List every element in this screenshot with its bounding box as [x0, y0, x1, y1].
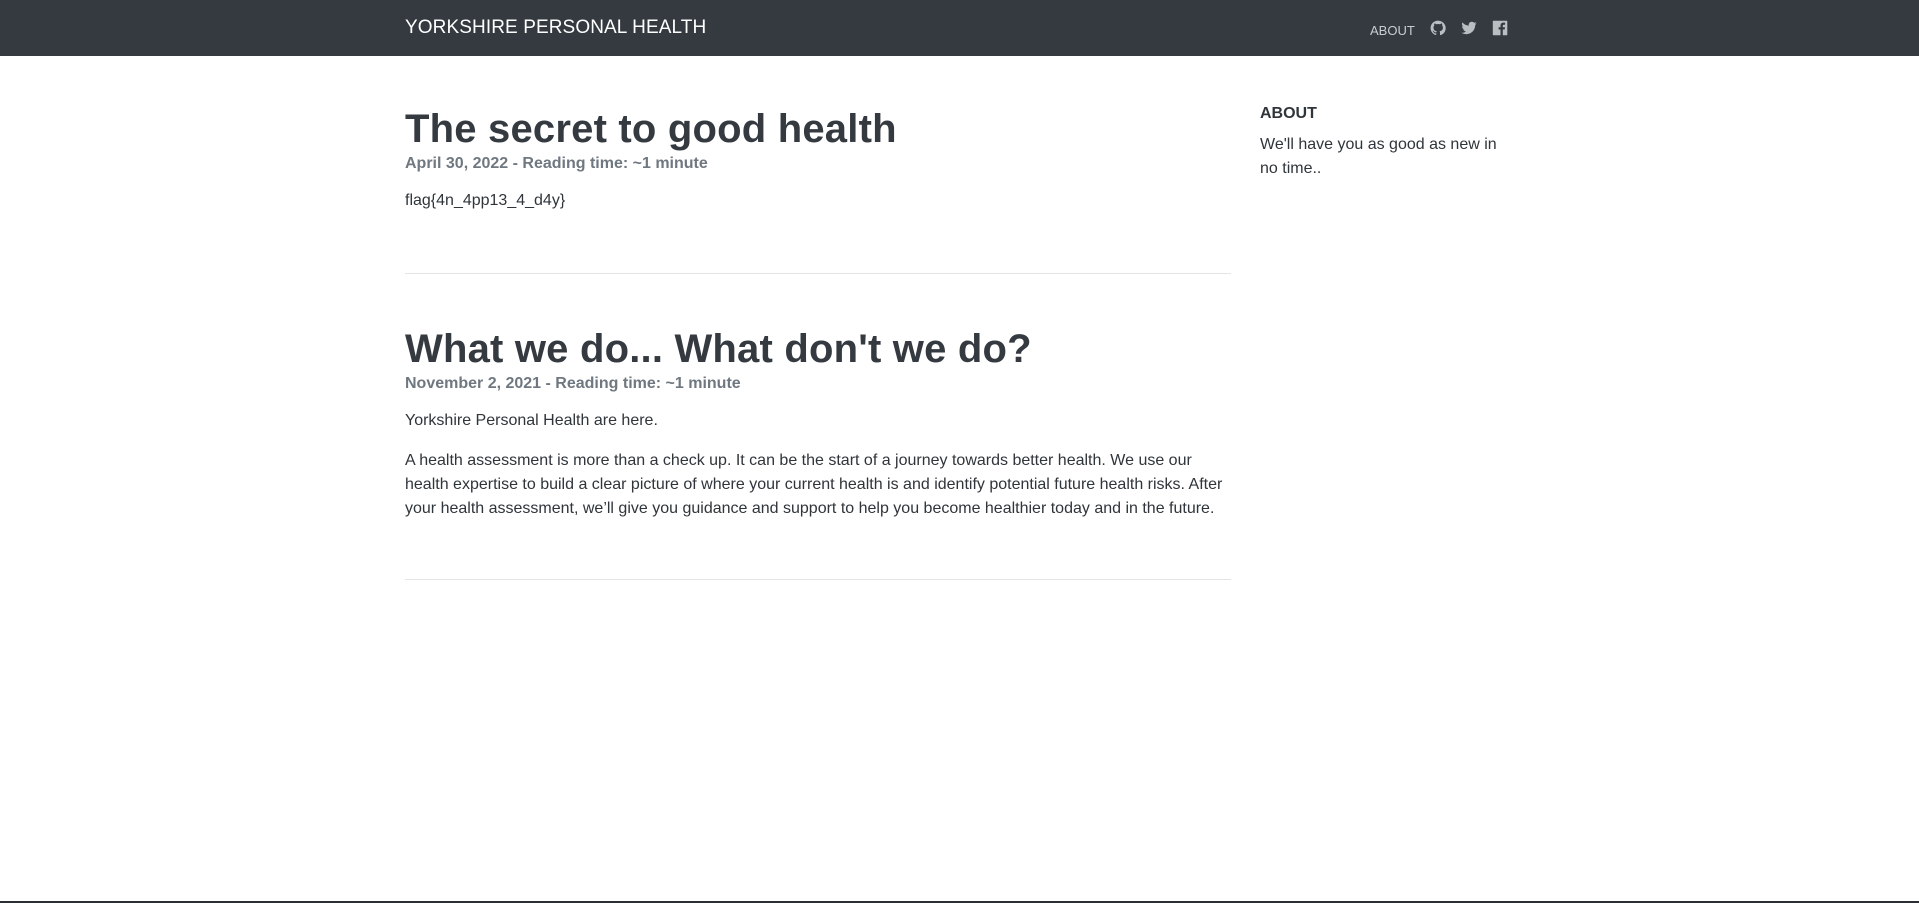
post-paragraph: flag{4n_4pp13_4_d4y}: [405, 192, 566, 209]
post-meta: November 2, 2021 - Reading time: ~1 minu…: [405, 375, 741, 392]
post-list: The secret to good health April 30, 2022…: [405, 106, 1231, 580]
facebook-icon[interactable]: [1492, 20, 1508, 36]
sidebar-text: We'll have you as good as new in no time…: [1260, 136, 1497, 177]
post-paragraph: Yorkshire Personal Health are here.: [405, 412, 658, 429]
site-brand-link[interactable]: YORKSHIRE PERSONAL HEALTH: [405, 17, 706, 39]
post-excerpt: Yorkshire Personal Health are here. A he…: [405, 409, 1231, 521]
nav-about-link[interactable]: ABOUT: [1370, 23, 1415, 38]
github-icon[interactable]: [1430, 20, 1446, 36]
top-navbar: YORKSHIRE PERSONAL HEALTH ABOUT: [0, 0, 1919, 56]
sidebar-heading: ABOUT: [1260, 105, 1317, 122]
post-entry: The secret to good health April 30, 2022…: [405, 106, 1231, 274]
post-entry: What we do... What don't we do? November…: [405, 326, 1231, 580]
nav-links: ABOUT: [1370, 16, 1508, 40]
post-meta: April 30, 2022 - Reading time: ~1 minute: [405, 155, 708, 172]
post-paragraph: A health assessment is more than a check…: [405, 452, 1223, 517]
sidebar-about: ABOUT We'll have you as good as new in n…: [1260, 104, 1510, 181]
post-excerpt: flag{4n_4pp13_4_d4y}: [405, 189, 1231, 213]
twitter-icon[interactable]: [1461, 20, 1477, 36]
post-title-link[interactable]: The secret to good health: [405, 106, 1231, 152]
post-title-link[interactable]: What we do... What don't we do?: [405, 326, 1231, 372]
